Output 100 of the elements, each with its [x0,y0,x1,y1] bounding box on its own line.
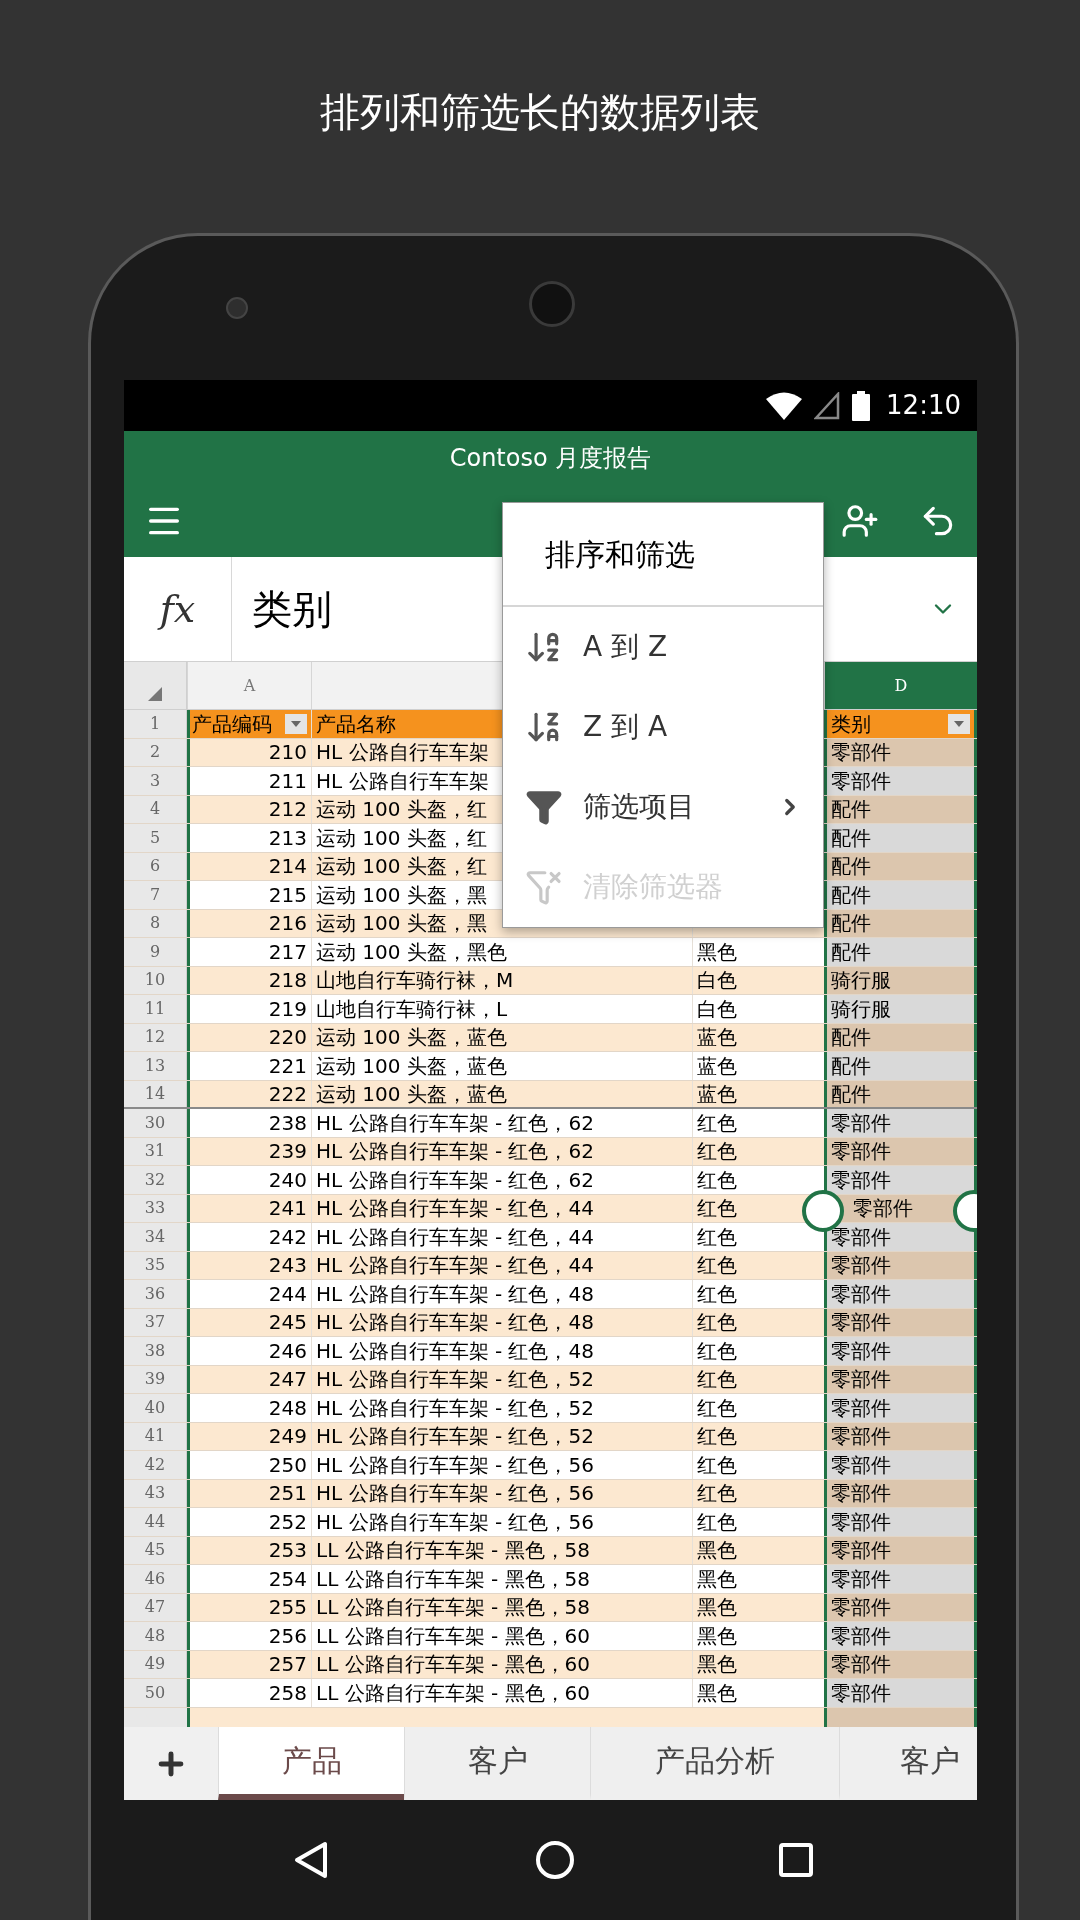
table-cell: 红色 [692,1308,824,1336]
row-number[interactable]: 30 [124,1109,187,1137]
speaker-icon [529,281,575,327]
function-button[interactable]: fx [124,557,232,661]
row-number[interactable]: 40 [124,1394,187,1422]
table-cell: 红色 [692,1137,824,1165]
table-cell: 零部件 [824,1223,977,1251]
table-cell: 222 [187,1080,311,1107]
headline: 排列和筛选长的数据列表 [320,87,760,137]
table-cell: HL 公路自行车车架 - 红色，52 [311,1422,692,1450]
table-cell: 零部件 [824,767,977,795]
row-number[interactable]: 2 [124,738,187,766]
table-cell: 配件 [824,1052,977,1080]
menu-title: 排序和筛选 [503,503,823,607]
table-cell: 零部件 [824,1137,977,1165]
row-number[interactable]: 14 [124,1080,187,1107]
row-number[interactable]: 49 [124,1650,187,1678]
table-cell: 253 [187,1536,311,1564]
row-number[interactable]: 45 [124,1536,187,1564]
table-cell: 零部件 [824,1565,977,1593]
row-number[interactable]: 9 [124,938,187,966]
table-cell: 214 [187,852,311,880]
document-title: Contoso 月度报告 [449,442,652,474]
table-cell: 骑行服 [824,966,977,994]
row-number[interactable]: 42 [124,1451,187,1479]
table-cell: 配件 [824,795,977,823]
row-number[interactable]: 3 [124,767,187,795]
back-icon[interactable] [294,1841,328,1879]
table-cell: HL 公路自行车车架 - 红色，52 [311,1365,692,1393]
table-cell: 配件 [824,938,977,966]
table-cell: 255 [187,1593,311,1621]
table-cell: 243 [187,1251,311,1279]
header-cell-text: 产品编码 [191,713,272,734]
home-icon[interactable] [535,1840,575,1880]
row-number[interactable]: 37 [124,1308,187,1336]
row-number[interactable]: 43 [124,1479,187,1507]
signal-icon [814,391,841,420]
table-cell: 配件 [824,881,977,909]
table-cell: 黑色 [692,1536,824,1564]
row-number[interactable]: 47 [124,1593,187,1621]
filter-icon [525,788,563,826]
table-cell: LL 公路自行车车架 - 黑色，58 [311,1593,692,1621]
table-cell: 红色 [692,1251,824,1279]
table-cell: 零部件 [824,1109,977,1137]
row-number[interactable]: 12 [124,1023,187,1051]
filter-dropdown-icon[interactable] [948,713,970,734]
table-cell: 249 [187,1422,311,1450]
row-number[interactable]: 48 [124,1622,187,1650]
table-cell: 245 [187,1308,311,1336]
row-number[interactable]: 35 [124,1251,187,1279]
select-all-icon[interactable] [148,687,162,701]
row-number[interactable]: 50 [124,1679,187,1707]
recents-icon[interactable] [779,1843,813,1877]
table-cell: 蓝色 [692,1023,824,1051]
row-number[interactable]: 44 [124,1508,187,1536]
battery-icon [852,390,871,421]
table-cell: 骑行服 [824,995,977,1023]
table-cell: 零部件 [824,1308,977,1336]
table-cell: 零部件 [824,1593,977,1621]
row-number[interactable]: 39 [124,1365,187,1393]
row-number[interactable]: 36 [124,1280,187,1308]
row-number[interactable]: 13 [124,1052,187,1080]
table-cell: LL 公路自行车车架 - 黑色，60 [311,1650,692,1678]
row-number[interactable]: 32 [124,1166,187,1194]
table-cell: 黑色 [692,1650,824,1678]
table-cell: 零部件 [824,1451,977,1479]
camera-icon [226,297,248,319]
row-number[interactable]: 6 [124,852,187,880]
table-cell: 零部件 [824,1337,977,1365]
row-number[interactable]: 31 [124,1137,187,1165]
menu-item[interactable]: A 到 Z [503,607,823,687]
sheet-tab[interactable]: 产品 [218,1727,404,1800]
table-cell: 白色 [692,966,824,994]
table-cell: 配件 [824,1080,977,1107]
row-number[interactable]: 8 [124,909,187,937]
table-cell: HL 公路自行车车架 - 红色，44 [311,1251,692,1279]
filter-dropdown-icon[interactable] [285,713,307,734]
table-cell: HL 公路自行车车架 - 红色，56 [311,1479,692,1507]
column-header[interactable]: D [824,662,977,709]
row-number[interactable]: 33 [124,1194,187,1222]
row-number[interactable]: 11 [124,995,187,1023]
table-cell: 零部件 [824,1536,977,1564]
table-cell: 山地自行车骑行袜，M [311,966,692,994]
table-cell: LL 公路自行车车架 - 黑色，58 [311,1536,692,1564]
table-cell: HL 公路自行车车架 - 红色，62 [311,1137,692,1165]
row-number[interactable]: 41 [124,1422,187,1450]
table-cell: 零部件 [824,1622,977,1650]
row-number[interactable]: 7 [124,881,187,909]
row-number[interactable]: 34 [124,1223,187,1251]
row-number[interactable]: 38 [124,1337,187,1365]
row-number[interactable]: 10 [124,966,187,994]
row-number[interactable]: 5 [124,824,187,852]
table-cell: 241 [187,1194,311,1222]
row-number[interactable]: 46 [124,1565,187,1593]
table-cell: 零部件 [824,1679,977,1707]
table-cell: 零部件 [824,1394,977,1422]
row-number[interactable]: 4 [124,795,187,823]
row-number[interactable]: 1 [124,710,187,738]
table-cell: 零部件 [824,1365,977,1393]
table-cell: 251 [187,1479,311,1507]
